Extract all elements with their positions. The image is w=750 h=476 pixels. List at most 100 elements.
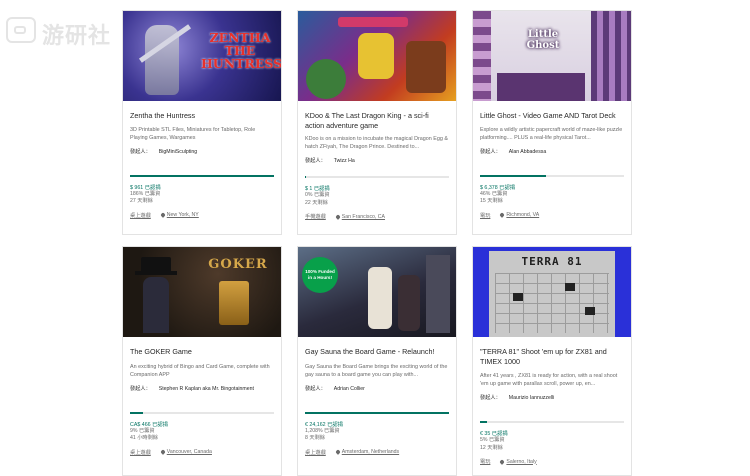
project-card[interactable]: Little Ghost Little Ghost - Video Game AN… [472,10,632,235]
project-creator: 發起人： Alan Abbadessa [480,148,624,155]
project-thumbnail[interactable]: GOKER [123,247,281,337]
project-title[interactable]: Little Ghost - Video Game AND Tarot Deck [480,111,624,121]
funding-progress-bar [480,421,624,423]
thumbnail-title: GOKER [208,257,268,272]
days-remaining: 15 天剩餘 [480,198,503,204]
days-remaining: 27 天剩餘 [130,198,153,204]
project-blurb: Explore a wildly artistic papercraft wor… [480,126,623,141]
project-creator: 發起人： Adrian Collier [305,385,449,392]
project-meta: 桌上遊戲 New York, NY [130,212,274,219]
watermark-text: 游研社 [42,24,112,49]
location-text[interactable]: San Francisco, CA [342,214,385,220]
days-remaining: 41 小時剩餘 [130,435,158,441]
location-link[interactable]: Amsterdam, Netherlands [334,449,399,456]
progress-fill [480,174,547,177]
pledged-amount: $ 961 已認捐 [130,184,161,191]
percent-funded: 0% 已籌資 [305,192,330,198]
location-link[interactable]: San Francisco, CA [334,213,385,220]
location-link[interactable]: Richmond, VA [499,212,539,219]
project-blurb: 3D Printable STL Files, Miniatures for T… [130,126,256,141]
creator-name[interactable]: Twizz Ha [334,158,355,164]
gamepad-icon [6,17,36,43]
project-blurb: KDoo is on a mission to incubate the mag… [305,136,448,150]
location-link[interactable]: New York, NY [159,212,199,219]
pledged-amount: $ 1 已認捐 [305,186,330,192]
project-card[interactable]: 100% Funded in a Hours! Gay Sauna the Bo… [297,246,457,476]
funded-badge-text: 100% Funded in a Hours! [305,269,335,280]
project-title[interactable]: KDoo & The Last Dragon King - a sci-fi a… [305,111,449,130]
pledged-amount: $ 6,378 已認捐 [480,184,516,191]
progress-fill [305,411,449,414]
percent-funded: 186% 已籌資 [130,190,161,197]
progress-fill [130,174,274,177]
project-card[interactable]: KDoo & The Last Dragon King - a sci-fi a… [297,10,457,235]
location-pin-icon [334,449,341,455]
funding-progress-bar [130,174,274,177]
creator-name[interactable]: BigMiniSculpting [159,149,197,155]
creator-name[interactable]: Adrian Collier [334,386,365,392]
location-text[interactable]: Richmond, VA [506,212,539,218]
percent-funded: 5% 已籌資 [480,437,505,443]
project-creator: 發起人： Stephen R Kaplan aka Mr. Bingotainme… [130,385,274,392]
progress-fill [305,176,307,178]
project-card[interactable]: TERRA 81 "TERRA 81" Shoot 'em up for ZX8… [472,246,632,476]
creator-label: 發起人： [305,158,326,164]
location-pin-icon [159,449,166,455]
project-title[interactable]: Zentha the Huntress [130,111,274,121]
location-text[interactable]: Salerno, Italy [506,459,536,465]
creator-label: 發起人： [480,395,501,401]
location-pin-icon [159,212,166,218]
days-remaining: 22 天剩餘 [305,199,328,206]
pledged-amount: € 24,162 已認捐 [305,421,343,428]
category-link[interactable]: 電玩 [480,212,490,219]
creator-label: 發起人： [305,385,326,392]
percent-funded: 9% 已籌資 [130,427,155,434]
pledged-amount: CA$ 466 已認捐 [130,421,168,428]
watermark-logo: 游研社 [6,14,126,49]
creator-label: 發起人： [130,148,151,155]
location-text[interactable]: New York, NY [167,212,199,218]
category-link[interactable]: 桌上遊戲 [130,212,151,219]
project-thumbnail[interactable]: 100% Funded in a Hours! [298,247,456,337]
category-link[interactable]: 電玩 [480,458,490,465]
project-thumbnail[interactable]: TERRA 81 [473,247,631,337]
project-thumbnail[interactable] [298,11,456,101]
category-link[interactable]: 手機遊戲 [305,213,326,220]
category-link[interactable]: 桌上遊戲 [130,449,151,456]
project-creator: 發起人： BigMiniSculpting [130,148,274,155]
category-link[interactable]: 桌上遊戲 [305,449,326,456]
funding-progress-bar [305,176,449,178]
project-meta: 手機遊戲 San Francisco, CA [305,213,449,221]
creator-name[interactable]: Maurizio Iannuzzelli [509,395,555,401]
project-blurb: After 41 years , ZX81 is ready for actio… [480,373,618,387]
location-link[interactable]: Salerno, Italy [499,458,537,465]
project-blurb: An exciting hybrid of Bingo and Card Gam… [130,363,270,378]
project-meta: 桌上遊戲 Amsterdam, Netherlands [305,449,449,456]
project-title[interactable]: The GOKER Game [130,347,274,357]
funding-progress-bar [305,411,449,414]
project-title[interactable]: Gay Sauna the Board Game - Relaunch! [305,347,449,357]
project-thumbnail[interactable]: Little Ghost [473,11,631,101]
thumbnail-title: TERRA 81 [521,255,583,268]
location-link[interactable]: Vancouver, Canada [159,449,212,456]
location-pin-icon [334,213,341,220]
project-title[interactable]: "TERRA 81" Shoot 'em up for ZX81 and TIM… [480,347,624,366]
percent-funded: 1,208% 已籌資 [305,427,340,434]
project-card[interactable]: ZENTHA THE HUNTRESS Zentha the Huntress 3D… [122,10,282,235]
project-meta: 電玩 Richmond, VA [480,212,624,219]
project-card[interactable]: GOKER The GOKER Game An exciting hybrid … [122,246,282,476]
funding-progress-bar [130,411,274,414]
project-blurb: Gay Sauna the Board Game brings the exci… [305,363,448,378]
creator-name[interactable]: Stephen R Kaplan aka Mr. Bingotainment [159,386,254,392]
pledged-amount: € 35 已認捐 [480,431,508,437]
project-creator: 發起人： Maurizio Iannuzzelli [480,394,624,401]
project-meta: 電玩 Salerno, Italy [480,458,624,466]
project-creator: 發起人： Twizz Ha [305,157,449,164]
creator-label: 發起人： [480,148,501,155]
percent-funded: 46% 已籌資 [480,190,508,197]
location-text[interactable]: Vancouver, Canada [167,449,212,455]
project-thumbnail[interactable]: ZENTHA THE HUNTRESS [123,11,281,101]
project-meta: 桌上遊戲 Vancouver, Canada [130,449,274,456]
location-text[interactable]: Amsterdam, Netherlands [342,449,399,455]
creator-name[interactable]: Alan Abbadessa [509,149,547,155]
